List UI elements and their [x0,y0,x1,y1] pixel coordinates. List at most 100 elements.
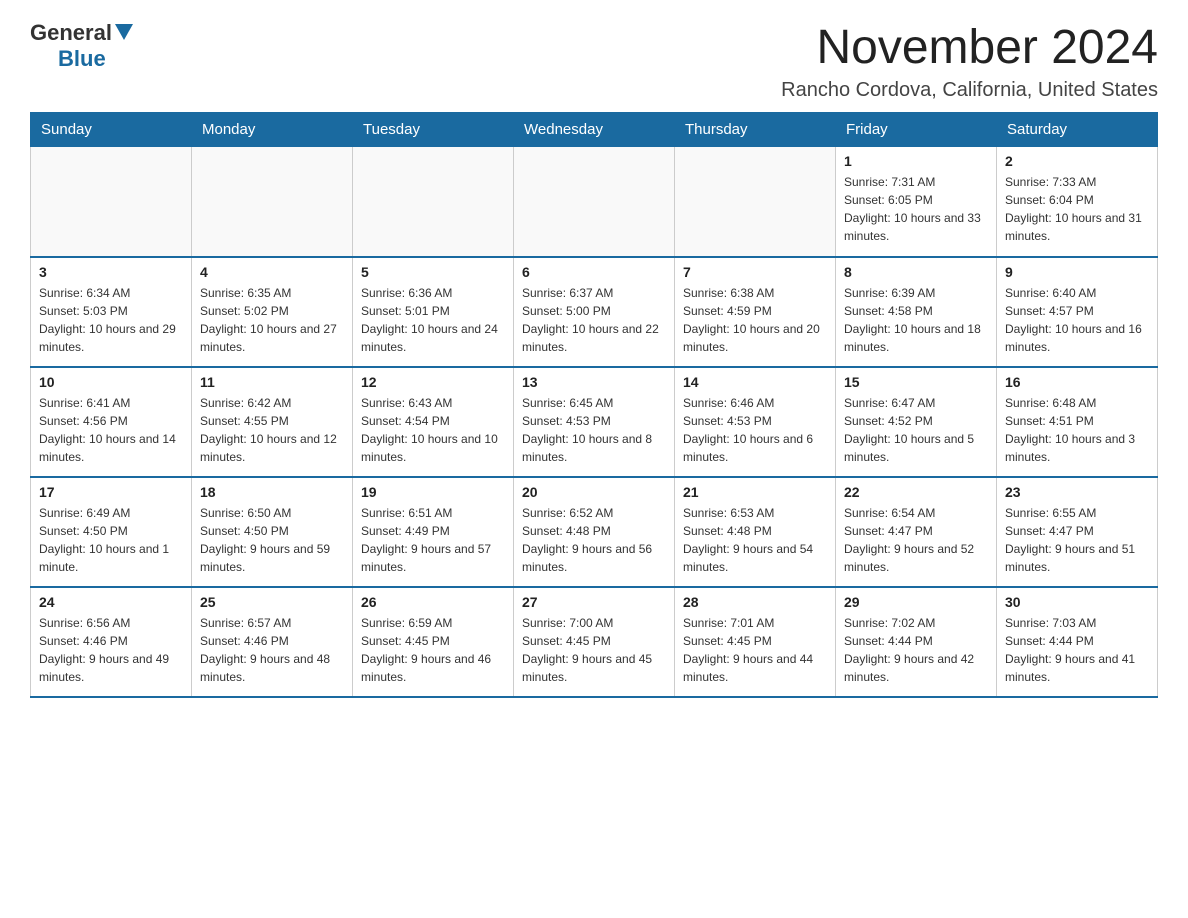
calendar-cell [675,147,836,257]
title-area: November 2024 Rancho Cordova, California… [781,20,1158,102]
day-number: 6 [522,264,666,280]
day-number: 17 [39,484,183,500]
day-number: 13 [522,374,666,390]
day-number: 27 [522,594,666,610]
day-number: 12 [361,374,505,390]
day-number: 22 [844,484,988,500]
calendar-cell: 28 Sunrise: 7:01 AM Sunset: 4:45 PM Dayli… [675,587,836,697]
calendar-cell [31,147,192,257]
day-number: 30 [1005,594,1149,610]
sun-info: Sunrise: 6:59 AM Sunset: 4:45 PM Dayligh… [361,614,505,686]
sun-info: Sunrise: 6:36 AM Sunset: 5:01 PM Dayligh… [361,284,505,356]
sun-info: Sunrise: 6:37 AM Sunset: 5:00 PM Dayligh… [522,284,666,356]
day-number: 20 [522,484,666,500]
sun-info: Sunrise: 7:31 AM Sunset: 6:05 PM Dayligh… [844,173,988,245]
day-number: 1 [844,153,988,169]
sun-info: Sunrise: 6:40 AM Sunset: 4:57 PM Dayligh… [1005,284,1149,356]
sun-info: Sunrise: 6:35 AM Sunset: 5:02 PM Dayligh… [200,284,344,356]
calendar-cell: 21 Sunrise: 6:53 AM Sunset: 4:48 PM Dayli… [675,477,836,587]
sun-info: Sunrise: 6:55 AM Sunset: 4:47 PM Dayligh… [1005,504,1149,576]
calendar-cell: 15 Sunrise: 6:47 AM Sunset: 4:52 PM Dayli… [836,367,997,477]
month-title: November 2024 [781,20,1158,75]
sun-info: Sunrise: 6:45 AM Sunset: 4:53 PM Dayligh… [522,394,666,466]
sun-info: Sunrise: 6:34 AM Sunset: 5:03 PM Dayligh… [39,284,183,356]
calendar-cell: 16 Sunrise: 6:48 AM Sunset: 4:51 PM Dayli… [997,367,1158,477]
col-thursday: Thursday [675,113,836,147]
calendar-cell: 29 Sunrise: 7:02 AM Sunset: 4:44 PM Dayli… [836,587,997,697]
calendar-week-5: 24Sunrise: 6:56 AM Sunset: 4:46 PM Dayli… [31,587,1158,697]
calendar-cell: 7 Sunrise: 6:38 AM Sunset: 4:59 PM Daylig… [675,257,836,367]
day-number: 23 [1005,484,1149,500]
sun-info: Sunrise: 6:41 AM Sunset: 4:56 PM Dayligh… [39,394,183,466]
calendar-cell: 23 Sunrise: 6:55 AM Sunset: 4:47 PM Dayli… [997,477,1158,587]
sun-info: Sunrise: 6:46 AM Sunset: 4:53 PM Dayligh… [683,394,827,466]
day-number: 24 [39,594,183,610]
logo-blue-text: Blue [58,46,106,71]
calendar-cell: 1 Sunrise: 7:31 AM Sunset: 6:05 PM Daylig… [836,147,997,257]
col-monday: Monday [192,113,353,147]
day-number: 4 [200,264,344,280]
calendar-cell: 30 Sunrise: 7:03 AM Sunset: 4:44 PM Dayli… [997,587,1158,697]
sun-info: Sunrise: 7:02 AM Sunset: 4:44 PM Dayligh… [844,614,988,686]
sun-info: Sunrise: 6:47 AM Sunset: 4:52 PM Dayligh… [844,394,988,466]
sun-info: Sunrise: 6:51 AM Sunset: 4:49 PM Dayligh… [361,504,505,576]
sun-info: Sunrise: 6:38 AM Sunset: 4:59 PM Dayligh… [683,284,827,356]
sun-info: Sunrise: 6:49 AM Sunset: 4:50 PM Dayligh… [39,504,183,576]
day-number: 19 [361,484,505,500]
calendar-cell: 12 Sunrise: 6:43 AM Sunset: 4:54 PM Dayli… [353,367,514,477]
day-number: 11 [200,374,344,390]
sun-info: Sunrise: 7:00 AM Sunset: 4:45 PM Dayligh… [522,614,666,686]
day-number: 29 [844,594,988,610]
location-subtitle: Rancho Cordova, California, United State… [781,79,1158,102]
sun-info: Sunrise: 6:57 AM Sunset: 4:46 PM Dayligh… [200,614,344,686]
day-number: 26 [361,594,505,610]
day-number: 16 [1005,374,1149,390]
page-header: General Blue November 2024 Rancho Cordov… [30,20,1158,102]
calendar-cell [353,147,514,257]
calendar-cell: 6 Sunrise: 6:37 AM Sunset: 5:00 PM Daylig… [514,257,675,367]
calendar-week-3: 10 Sunrise: 6:41 AM Sunset: 4:56 PM Dayli… [31,367,1158,477]
day-number: 5 [361,264,505,280]
sun-info: Sunrise: 6:42 AM Sunset: 4:55 PM Dayligh… [200,394,344,466]
calendar-week-4: 17 Sunrise: 6:49 AM Sunset: 4:50 PM Dayli… [31,477,1158,587]
day-number: 25 [200,594,344,610]
col-wednesday: Wednesday [514,113,675,147]
calendar-cell: 9 Sunrise: 6:40 AM Sunset: 4:57 PM Daylig… [997,257,1158,367]
calendar-cell: 14 Sunrise: 6:46 AM Sunset: 4:53 PM Dayli… [675,367,836,477]
day-number: 15 [844,374,988,390]
calendar-cell: 13 Sunrise: 6:45 AM Sunset: 4:53 PM Dayli… [514,367,675,477]
sun-info: Sunrise: 7:33 AM Sunset: 6:04 PM Dayligh… [1005,173,1149,245]
sun-info: Sunrise: 6:53 AM Sunset: 4:48 PM Dayligh… [683,504,827,576]
sun-info: Sunrise: 6:52 AM Sunset: 4:48 PM Dayligh… [522,504,666,576]
calendar-cell: 5 Sunrise: 6:36 AM Sunset: 5:01 PM Daylig… [353,257,514,367]
sun-info: Sunrise: 6:54 AM Sunset: 4:47 PM Dayligh… [844,504,988,576]
sun-info: Sunrise: 6:43 AM Sunset: 4:54 PM Dayligh… [361,394,505,466]
day-number: 10 [39,374,183,390]
calendar-cell: 19 Sunrise: 6:51 AM Sunset: 4:49 PM Dayli… [353,477,514,587]
calendar-cell: 11 Sunrise: 6:42 AM Sunset: 4:55 PM Dayli… [192,367,353,477]
col-sunday: Sunday [31,113,192,147]
sun-info: Sunrise: 7:01 AM Sunset: 4:45 PM Dayligh… [683,614,827,686]
logo: General Blue [30,20,133,72]
day-number: 7 [683,264,827,280]
col-friday: Friday [836,113,997,147]
sun-info: Sunrise: 6:48 AM Sunset: 4:51 PM Dayligh… [1005,394,1149,466]
calendar-cell: 8Sunrise: 6:39 AM Sunset: 4:58 PM Daylig… [836,257,997,367]
calendar-cell: 10 Sunrise: 6:41 AM Sunset: 4:56 PM Dayli… [31,367,192,477]
calendar-cell [514,147,675,257]
sun-info: Sunrise: 6:39 AM Sunset: 4:58 PM Dayligh… [844,284,988,356]
logo-general-text: General [30,20,112,46]
calendar-header-row: Sunday Monday Tuesday Wednesday Thursday… [31,113,1158,147]
col-tuesday: Tuesday [353,113,514,147]
day-number: 21 [683,484,827,500]
calendar-cell: 25 Sunrise: 6:57 AM Sunset: 4:46 PM Dayli… [192,587,353,697]
logo-triangle-icon [115,24,133,45]
calendar-cell: 22 Sunrise: 6:54 AM Sunset: 4:47 PM Dayli… [836,477,997,587]
sun-info: Sunrise: 7:03 AM Sunset: 4:44 PM Dayligh… [1005,614,1149,686]
day-number: 14 [683,374,827,390]
col-saturday: Saturday [997,113,1158,147]
day-number: 9 [1005,264,1149,280]
day-number: 28 [683,594,827,610]
calendar-table: Sunday Monday Tuesday Wednesday Thursday… [30,112,1158,698]
calendar-cell [192,147,353,257]
